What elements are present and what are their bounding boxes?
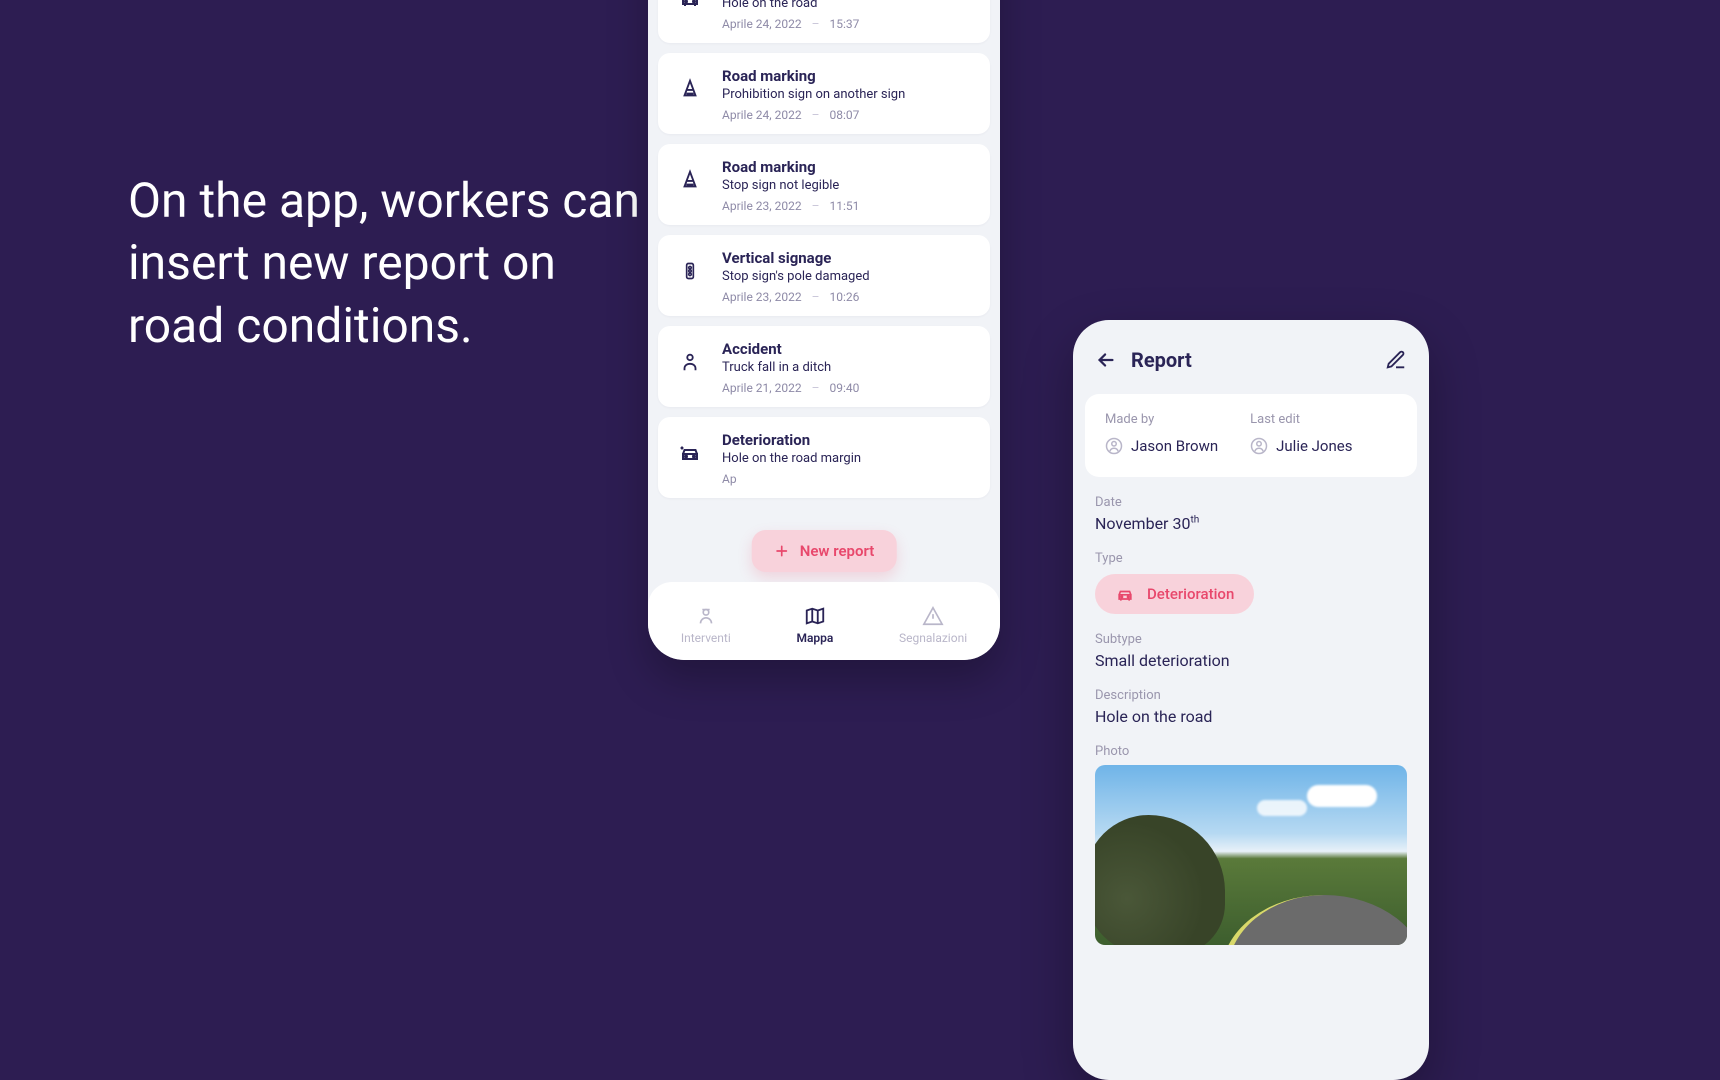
warning-icon	[922, 605, 944, 627]
field-label: Date	[1095, 495, 1407, 510]
phone-report-detail: Report Made by Jason Brown Last edit Jul…	[1073, 320, 1429, 1080]
report-subtitle: Stop sign's pole damaged	[722, 269, 976, 284]
type-field: Type Deterioration	[1095, 551, 1407, 614]
car-damage-icon	[672, 435, 708, 471]
report-meta: Aprile 23, 2022–10:26	[722, 290, 976, 304]
back-arrow-icon[interactable]	[1095, 349, 1117, 371]
cone-icon	[672, 162, 708, 198]
user-icon	[1105, 437, 1123, 455]
edit-icon[interactable]	[1385, 349, 1407, 371]
made-by-block: Made by Jason Brown	[1105, 412, 1218, 455]
type-badge[interactable]: Deterioration	[1095, 574, 1254, 614]
detail-header: Report	[1073, 320, 1429, 394]
field-label: Description	[1095, 688, 1407, 703]
phone-reports-list: Deterioration Hole on the road Aprile 24, …	[648, 0, 1000, 660]
date-field: Date November 30th	[1095, 495, 1407, 533]
worker-icon	[695, 605, 717, 627]
bottom-nav: Interventi Mappa Segnalazioni	[648, 582, 1000, 660]
report-photo[interactable]	[1095, 765, 1407, 945]
report-subtitle: Prohibition sign on another sign	[722, 87, 976, 102]
field-label: Subtype	[1095, 632, 1407, 647]
report-title: Road marking	[722, 158, 976, 176]
type-value: Deterioration	[1147, 585, 1234, 603]
report-card[interactable]: Deterioration Hole on the road margin Ap	[658, 417, 990, 498]
report-meta: Aprile 24, 2022–08:07	[722, 108, 976, 122]
nav-segnalazioni[interactable]: Segnalazioni	[899, 605, 967, 645]
report-card[interactable]: Road marking Prohibition sign on another …	[658, 53, 990, 134]
report-meta: Aprile 21, 2022–09:40	[722, 381, 976, 395]
report-subtitle: Stop sign not legible	[722, 178, 976, 193]
page-title: Report	[1131, 348, 1192, 372]
report-card[interactable]: Accident Truck fall in a ditch Aprile 21, …	[658, 326, 990, 407]
new-report-button[interactable]: New report	[752, 530, 897, 572]
made-by-label: Made by	[1105, 412, 1218, 427]
description-field: Description Hole on the road	[1095, 688, 1407, 726]
nav-label: Mappa	[796, 631, 833, 645]
report-title: Deterioration	[722, 431, 976, 449]
nav-label: Segnalazioni	[899, 631, 967, 645]
report-subtitle: Hole on the road	[722, 0, 976, 11]
cone-icon	[672, 71, 708, 107]
last-edit-label: Last edit	[1250, 412, 1352, 427]
car-icon	[1115, 584, 1135, 604]
field-value: November 30th	[1095, 514, 1407, 533]
photo-field: Photo	[1095, 744, 1407, 945]
car-icon	[672, 0, 708, 16]
last-edit-block: Last edit Julie Jones	[1250, 412, 1352, 455]
report-title: Vertical signage	[722, 249, 976, 267]
plus-icon	[774, 543, 790, 559]
nav-mappa[interactable]: Mappa	[796, 605, 833, 645]
nav-interventi[interactable]: Interventi	[681, 605, 731, 645]
report-meta: Aprile 23, 2022–11:51	[722, 199, 976, 213]
report-meta: Aprile 24, 2022–15:37	[722, 17, 976, 31]
person-icon	[672, 344, 708, 380]
report-subtitle: Truck fall in a ditch	[722, 360, 976, 375]
report-card[interactable]: Road marking Stop sign not legible Aprile …	[658, 144, 990, 225]
nav-label: Interventi	[681, 631, 731, 645]
attribution-card: Made by Jason Brown Last edit Julie Jone…	[1085, 394, 1417, 477]
subtype-field: Subtype Small deterioration	[1095, 632, 1407, 670]
report-card[interactable]: DeteriorationHole on the roadAprile 24, …	[658, 0, 990, 43]
field-label: Type	[1095, 551, 1407, 566]
detail-fields: Date November 30th Type Deterioration Su…	[1073, 477, 1429, 945]
report-card[interactable]: Vertical signage Stop sign's pole damaged…	[658, 235, 990, 316]
report-meta: Ap	[722, 472, 976, 486]
traffic-light-icon	[672, 253, 708, 289]
field-value: Small deterioration	[1095, 651, 1407, 670]
made-by-value: Jason Brown	[1131, 437, 1218, 455]
field-value: Hole on the road	[1095, 707, 1407, 726]
last-edit-value: Julie Jones	[1276, 437, 1352, 455]
marketing-headline: On the app, workers can insert new repor…	[128, 170, 648, 357]
field-label: Photo	[1095, 744, 1407, 759]
report-subtitle: Hole on the road margin	[722, 451, 976, 466]
report-title: Accident	[722, 340, 976, 358]
map-icon	[804, 605, 826, 627]
new-report-label: New report	[800, 542, 875, 560]
user-icon	[1250, 437, 1268, 455]
report-title: Road marking	[722, 67, 976, 85]
